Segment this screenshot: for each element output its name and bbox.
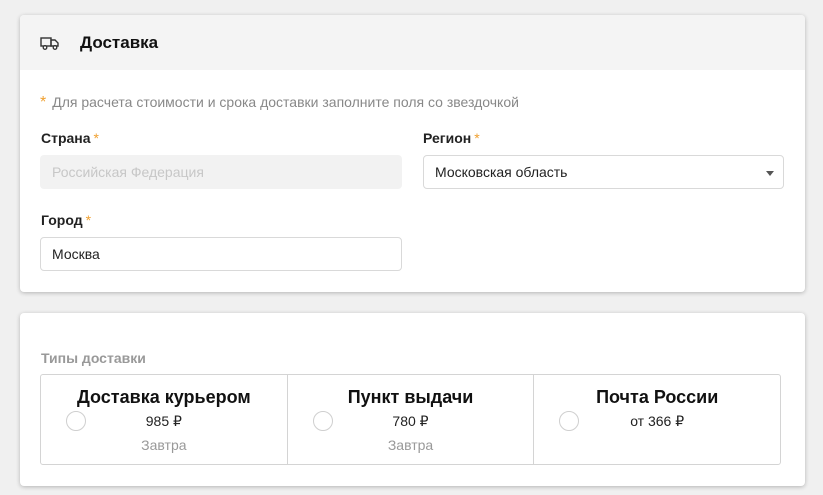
city-label-text: Город bbox=[41, 212, 83, 228]
delivery-types-card: Типы доставки Доставка курьером 985 ₽ За… bbox=[20, 313, 805, 486]
required-hint: * Для расчета стоимости и срока доставки … bbox=[40, 94, 519, 112]
country-label: Страна * bbox=[41, 130, 99, 146]
country-field: Российская Федерация bbox=[40, 155, 402, 189]
delivery-title: Доставка bbox=[80, 32, 159, 52]
option-name: Доставка курьером bbox=[77, 387, 251, 407]
delivery-options: Доставка курьером 985 ₽ Завтра Пункт выд… bbox=[40, 374, 781, 465]
option-price: 985 ₽ bbox=[145, 413, 182, 429]
delivery-card: Доставка * Для расчета стоимости и срока … bbox=[20, 15, 805, 292]
delivery-option-courier[interactable]: Доставка курьером 985 ₽ Завтра bbox=[41, 375, 288, 464]
region-label-text: Регион bbox=[423, 130, 472, 146]
option-delivery-date: Завтра bbox=[141, 437, 187, 453]
required-star: * bbox=[85, 212, 92, 228]
option-name: Почта России bbox=[596, 387, 719, 407]
option-name: Пункт выдачи bbox=[347, 387, 474, 407]
region-select[interactable]: Московская область bbox=[423, 155, 784, 189]
delivery-option-pickup[interactable]: Пункт выдачи 780 ₽ Завтра bbox=[288, 375, 535, 464]
hint-text: Для расчета стоимости и срока доставки з… bbox=[52, 94, 519, 110]
country-label-text: Страна bbox=[41, 130, 91, 146]
option-delivery-date: Завтра bbox=[387, 437, 434, 453]
option-price: от 366 ₽ bbox=[630, 413, 685, 429]
region-value: Московская область bbox=[435, 164, 568, 180]
truck-icon bbox=[40, 36, 60, 50]
required-star: * bbox=[40, 94, 47, 111]
delivery-header: Доставка bbox=[20, 15, 805, 70]
required-star: * bbox=[93, 130, 99, 146]
delivery-types-label: Типы доставки bbox=[41, 350, 146, 366]
country-value: Российская Федерация bbox=[52, 164, 204, 180]
city-input[interactable]: Москва bbox=[40, 237, 402, 271]
delivery-option-russian-post[interactable]: Почта России от 366 ₽ bbox=[534, 375, 780, 464]
city-label: Город * bbox=[41, 212, 91, 228]
required-star: * bbox=[474, 130, 480, 146]
city-value: Москва bbox=[52, 246, 100, 262]
chevron-down-icon bbox=[766, 171, 774, 176]
option-price: 780 ₽ bbox=[392, 413, 429, 429]
region-label: Регион * bbox=[423, 130, 480, 146]
